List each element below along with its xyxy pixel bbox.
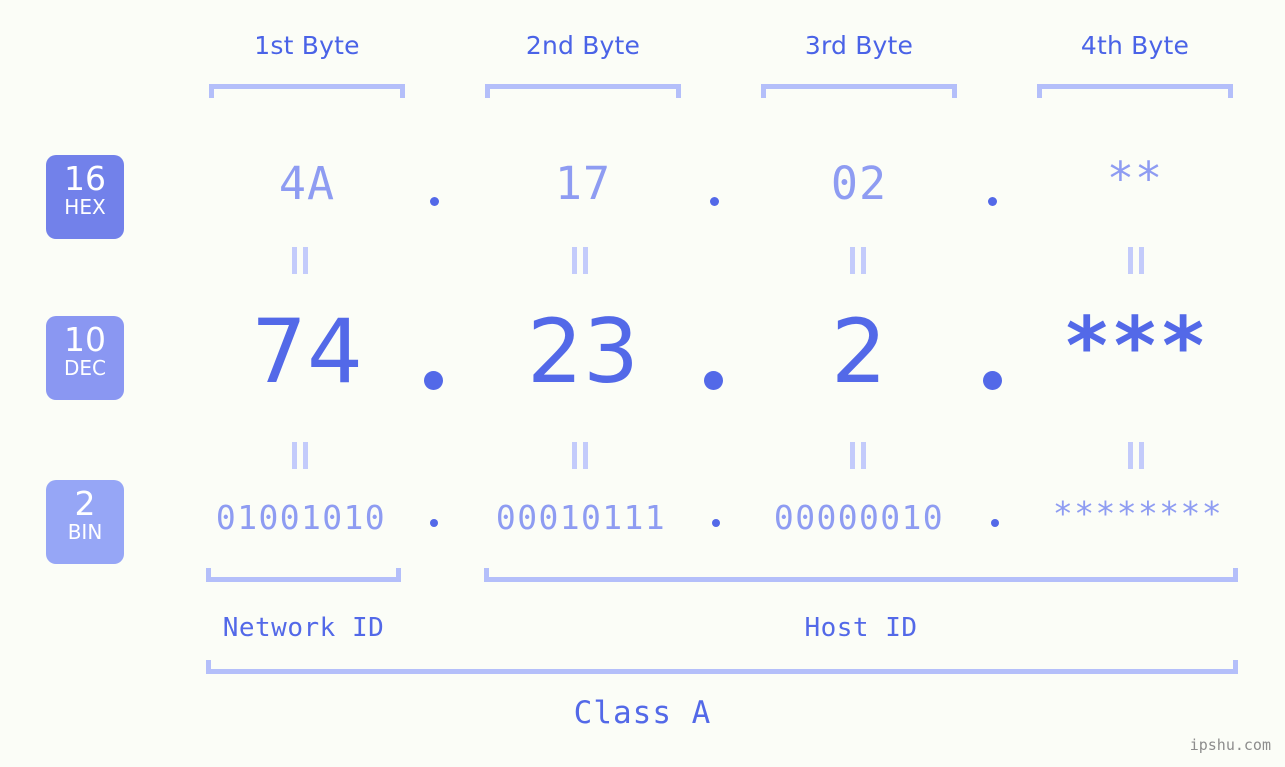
class-label: Class A xyxy=(573,695,712,731)
hex-byte-1: 4A xyxy=(278,157,336,210)
radix-badge-dec: 10 DEC xyxy=(46,316,124,400)
hex-byte-2: 17 xyxy=(554,157,612,210)
host-id-label: Host ID xyxy=(804,613,918,643)
dec-dot-3 xyxy=(983,371,1002,390)
network-id-label: Network ID xyxy=(222,613,385,643)
byte-header-4: 4th Byte xyxy=(1080,31,1190,60)
byte-bracket-3 xyxy=(761,84,957,98)
bin-byte-1: 01001010 xyxy=(215,498,387,537)
byte-bracket-1 xyxy=(209,84,405,98)
dec-byte-4: *** xyxy=(1062,300,1208,393)
bin-dot-3 xyxy=(991,519,999,527)
equality-mark-hex-dec-2 xyxy=(572,247,589,274)
network-id-bracket xyxy=(206,568,401,582)
bin-dot-1 xyxy=(430,519,438,527)
equality-mark-dec-bin-4 xyxy=(1128,442,1145,469)
bin-byte-2: 00010111 xyxy=(495,498,667,537)
byte-header-2: 2nd Byte xyxy=(525,31,641,60)
radix-badge-hex: 16 HEX xyxy=(46,155,124,239)
hex-dot-1 xyxy=(430,197,439,206)
ip-address-diagram: 1st Byte 2nd Byte 3rd Byte 4th Byte 16 H… xyxy=(0,0,1285,767)
radix-badge-bin: 2 BIN xyxy=(46,480,124,564)
equality-mark-dec-bin-2 xyxy=(572,442,589,469)
equality-mark-hex-dec-3 xyxy=(850,247,867,274)
bin-dot-2 xyxy=(712,519,720,527)
radix-badge-hex-name: HEX xyxy=(64,195,106,219)
site-watermark: ipshu.com xyxy=(1189,736,1271,754)
bin-byte-4: ******** xyxy=(1052,494,1224,533)
equality-mark-hex-dec-4 xyxy=(1128,247,1145,274)
radix-badge-dec-number: 10 xyxy=(64,320,106,359)
dec-byte-3: 2 xyxy=(831,300,887,403)
equality-mark-hex-dec-1 xyxy=(292,247,309,274)
hex-byte-3: 02 xyxy=(830,157,888,210)
hex-dot-3 xyxy=(988,197,997,206)
equality-mark-dec-bin-3 xyxy=(850,442,867,469)
hex-dot-2 xyxy=(710,197,719,206)
byte-bracket-4 xyxy=(1037,84,1233,98)
host-id-bracket xyxy=(484,568,1238,582)
dec-dot-2 xyxy=(704,371,723,390)
radix-badge-bin-name: BIN xyxy=(67,520,103,544)
radix-badge-bin-number: 2 xyxy=(74,484,96,523)
bin-byte-3: 00000010 xyxy=(773,498,945,537)
byte-bracket-2 xyxy=(485,84,681,98)
equality-mark-dec-bin-1 xyxy=(292,442,309,469)
dec-byte-1: 74 xyxy=(251,300,363,403)
hex-byte-4: ** xyxy=(1106,152,1164,205)
dec-dot-1 xyxy=(424,371,443,390)
byte-header-1: 1st Byte xyxy=(254,31,360,60)
class-bracket xyxy=(206,660,1238,674)
radix-badge-hex-number: 16 xyxy=(64,159,106,198)
radix-badge-dec-name: DEC xyxy=(63,356,106,380)
dec-byte-2: 23 xyxy=(527,300,639,403)
byte-header-3: 3rd Byte xyxy=(804,31,914,60)
